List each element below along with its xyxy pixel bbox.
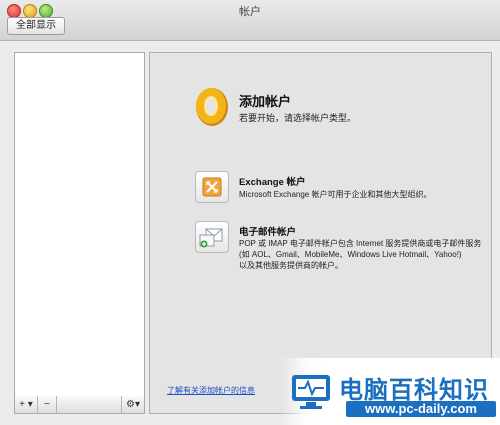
account-list[interactable] — [14, 52, 145, 397]
page-subtitle: 若要开始，请选择帐户类型。 — [239, 113, 357, 123]
watermark-logo — [292, 375, 330, 409]
outlook-icon — [196, 88, 228, 126]
gear-icon[interactable]: ⚙▾ — [121, 396, 144, 413]
learn-more-link[interactable]: 了解有关添加帐户的信息 — [167, 385, 255, 396]
email-account-description-line3: 以及其他服务提供商的帐户。 — [239, 261, 343, 270]
exchange-icon — [202, 177, 222, 197]
email-account-title[interactable]: 电子邮件帐户 — [239, 224, 296, 238]
show-all-button[interactable]: 全部显示 — [7, 17, 65, 35]
watermark-url: www.pc-daily.com — [346, 401, 496, 417]
email-account-description-line1: POP 或 IMAP 电子邮件帐户包含 Internet 服务提供商或电子邮件服… — [239, 239, 482, 248]
exchange-account-title[interactable]: Exchange 帐户 — [239, 174, 306, 188]
window-title: 帐户 — [239, 6, 261, 18]
email-icon — [199, 228, 223, 248]
watermark-brand: 电脑百科知识 — [339, 377, 489, 404]
add-account-button[interactable]: + ▾ — [15, 396, 38, 413]
exchange-account-description: Microsoft Exchange 帐户可用于企业和其他大型组织。 — [239, 190, 432, 199]
email-account-button[interactable] — [195, 221, 229, 253]
account-list-toolbar: + ▾ − ⚙▾ — [14, 396, 145, 414]
exchange-account-button[interactable] — [195, 171, 229, 203]
page-title: 添加帐户 — [239, 94, 292, 109]
accounts-window: 帐户 全部显示 + ▾ − ⚙▾ 添加帐户 若要开始，请选择帐户类型。 Exch… — [0, 0, 500, 425]
title-bar: 帐户 全部显示 — [0, 0, 500, 41]
remove-account-button[interactable]: − — [38, 396, 57, 413]
email-account-description-line2: (如 AOL、Gmail、MobileMe、Windows Live Hotma… — [239, 250, 462, 259]
